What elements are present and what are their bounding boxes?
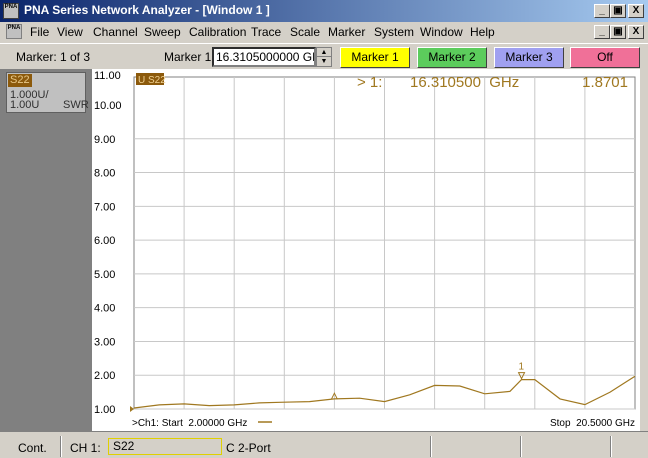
y-tick-label: 10.00 bbox=[94, 100, 122, 112]
y-tick-label: 8.00 bbox=[94, 168, 115, 180]
marker-frequency-input[interactable]: 16.3105000000 GHz bbox=[212, 47, 316, 67]
trace-panel: S22 1.000U/ 1.00U SWR bbox=[0, 69, 92, 431]
calibration-status: C 2-Port bbox=[226, 441, 271, 455]
window-title: PNA Series Network Analyzer - [Window 1 … bbox=[24, 3, 270, 17]
trace-info-card[interactable]: S22 1.000U/ 1.00U SWR bbox=[6, 72, 89, 113]
menu-system[interactable]: System bbox=[374, 25, 414, 39]
maximize-button[interactable]: ▣ bbox=[610, 4, 626, 18]
marker-toolbar: Marker: 1 of 3 Marker 1 16.3105000000 GH… bbox=[0, 43, 648, 69]
status-bar: Cont. CH 1: S22 C 2-Port bbox=[0, 431, 648, 458]
frequency-spinner[interactable]: ▲ ▼ bbox=[316, 47, 332, 67]
stop-frequency-label: Stop 20.5000 GHz bbox=[550, 418, 635, 429]
menu-bar: PNA File View Channel Sweep Calibration … bbox=[0, 22, 648, 42]
spin-down-icon[interactable]: ▼ bbox=[317, 57, 331, 66]
y-tick-label: 3.00 bbox=[94, 336, 115, 348]
reference-level-arrow-icon bbox=[130, 406, 134, 412]
marker-readout-value: 1.8701 bbox=[582, 74, 628, 91]
trace-name: S22 bbox=[8, 74, 32, 87]
y-tick-label: 6.00 bbox=[94, 235, 115, 247]
close-button[interactable]: X bbox=[628, 4, 644, 18]
y-tick-label: 2.00 bbox=[94, 370, 115, 382]
menu-channel[interactable]: Channel bbox=[93, 25, 138, 39]
menu-marker[interactable]: Marker bbox=[328, 25, 365, 39]
y-tick-label: 1.00 bbox=[94, 404, 115, 416]
measurement-plot[interactable]: 11.00 10.00 9.00 8.00 7.00 6.00 5.00 4.00 3.00 2.… bbox=[92, 69, 640, 431]
document-icon[interactable]: PNA bbox=[6, 24, 22, 39]
status-separator bbox=[60, 436, 62, 457]
menu-scale[interactable]: Scale bbox=[290, 25, 320, 39]
trace-tag: U S22 bbox=[138, 75, 166, 86]
y-tick-label: 4.00 bbox=[94, 303, 115, 315]
y-tick-label: 5.00 bbox=[94, 269, 115, 281]
sweep-mode-status: Cont. bbox=[18, 441, 47, 455]
plot-canvas[interactable]: 11.0010.009.008.007.006.005.004.003.002.… bbox=[92, 69, 640, 431]
marker-1-button[interactable]: Marker 1 bbox=[340, 47, 410, 68]
spin-up-icon[interactable]: ▲ bbox=[317, 48, 331, 57]
title-bar: PNA PNA Series Network Analyzer - [Windo… bbox=[0, 0, 648, 22]
mdi-close-button[interactable]: X bbox=[628, 25, 644, 39]
measurement-status: S22 bbox=[108, 438, 222, 455]
y-tick-label: 9.00 bbox=[94, 134, 115, 146]
menu-sweep[interactable]: Sweep bbox=[144, 25, 181, 39]
marker-readout-id: > 1: bbox=[357, 74, 382, 91]
menu-file[interactable]: File bbox=[30, 25, 49, 39]
y-tick-label: 7.00 bbox=[94, 201, 115, 213]
menu-view[interactable]: View bbox=[57, 25, 83, 39]
channel-status: CH 1: bbox=[70, 441, 101, 455]
marker-off-button[interactable]: Off bbox=[570, 47, 640, 68]
trace-reference: 1.00U bbox=[10, 99, 40, 111]
menu-trace[interactable]: Trace bbox=[251, 25, 281, 39]
status-separator bbox=[610, 436, 612, 457]
menu-window[interactable]: Window bbox=[420, 25, 463, 39]
start-frequency-label: >Ch1: Start 2.00000 GHz bbox=[132, 418, 247, 429]
trace-format: SWR bbox=[63, 99, 89, 111]
y-tick-label: 11.00 bbox=[94, 70, 121, 82]
status-separator bbox=[430, 436, 432, 457]
marker-readout-frequency: 16.310500 GHz bbox=[410, 74, 519, 91]
pna-app-icon[interactable]: PNA bbox=[3, 3, 19, 19]
active-marker-label: Marker 1 bbox=[164, 50, 212, 64]
menu-help[interactable]: Help bbox=[470, 25, 495, 39]
marker-2-button[interactable]: Marker 2 bbox=[417, 47, 487, 68]
menu-calibration[interactable]: Calibration bbox=[189, 25, 246, 39]
marker-number-label: 1 bbox=[519, 362, 525, 373]
mdi-restore-button[interactable]: ▣ bbox=[610, 25, 626, 39]
minimize-button[interactable]: _ bbox=[594, 4, 610, 18]
marker-count-label: Marker: 1 of 3 bbox=[16, 50, 91, 64]
status-separator bbox=[520, 436, 522, 457]
marker-3-button[interactable]: Marker 3 bbox=[494, 47, 564, 68]
mdi-minimize-button[interactable]: _ bbox=[594, 25, 610, 39]
